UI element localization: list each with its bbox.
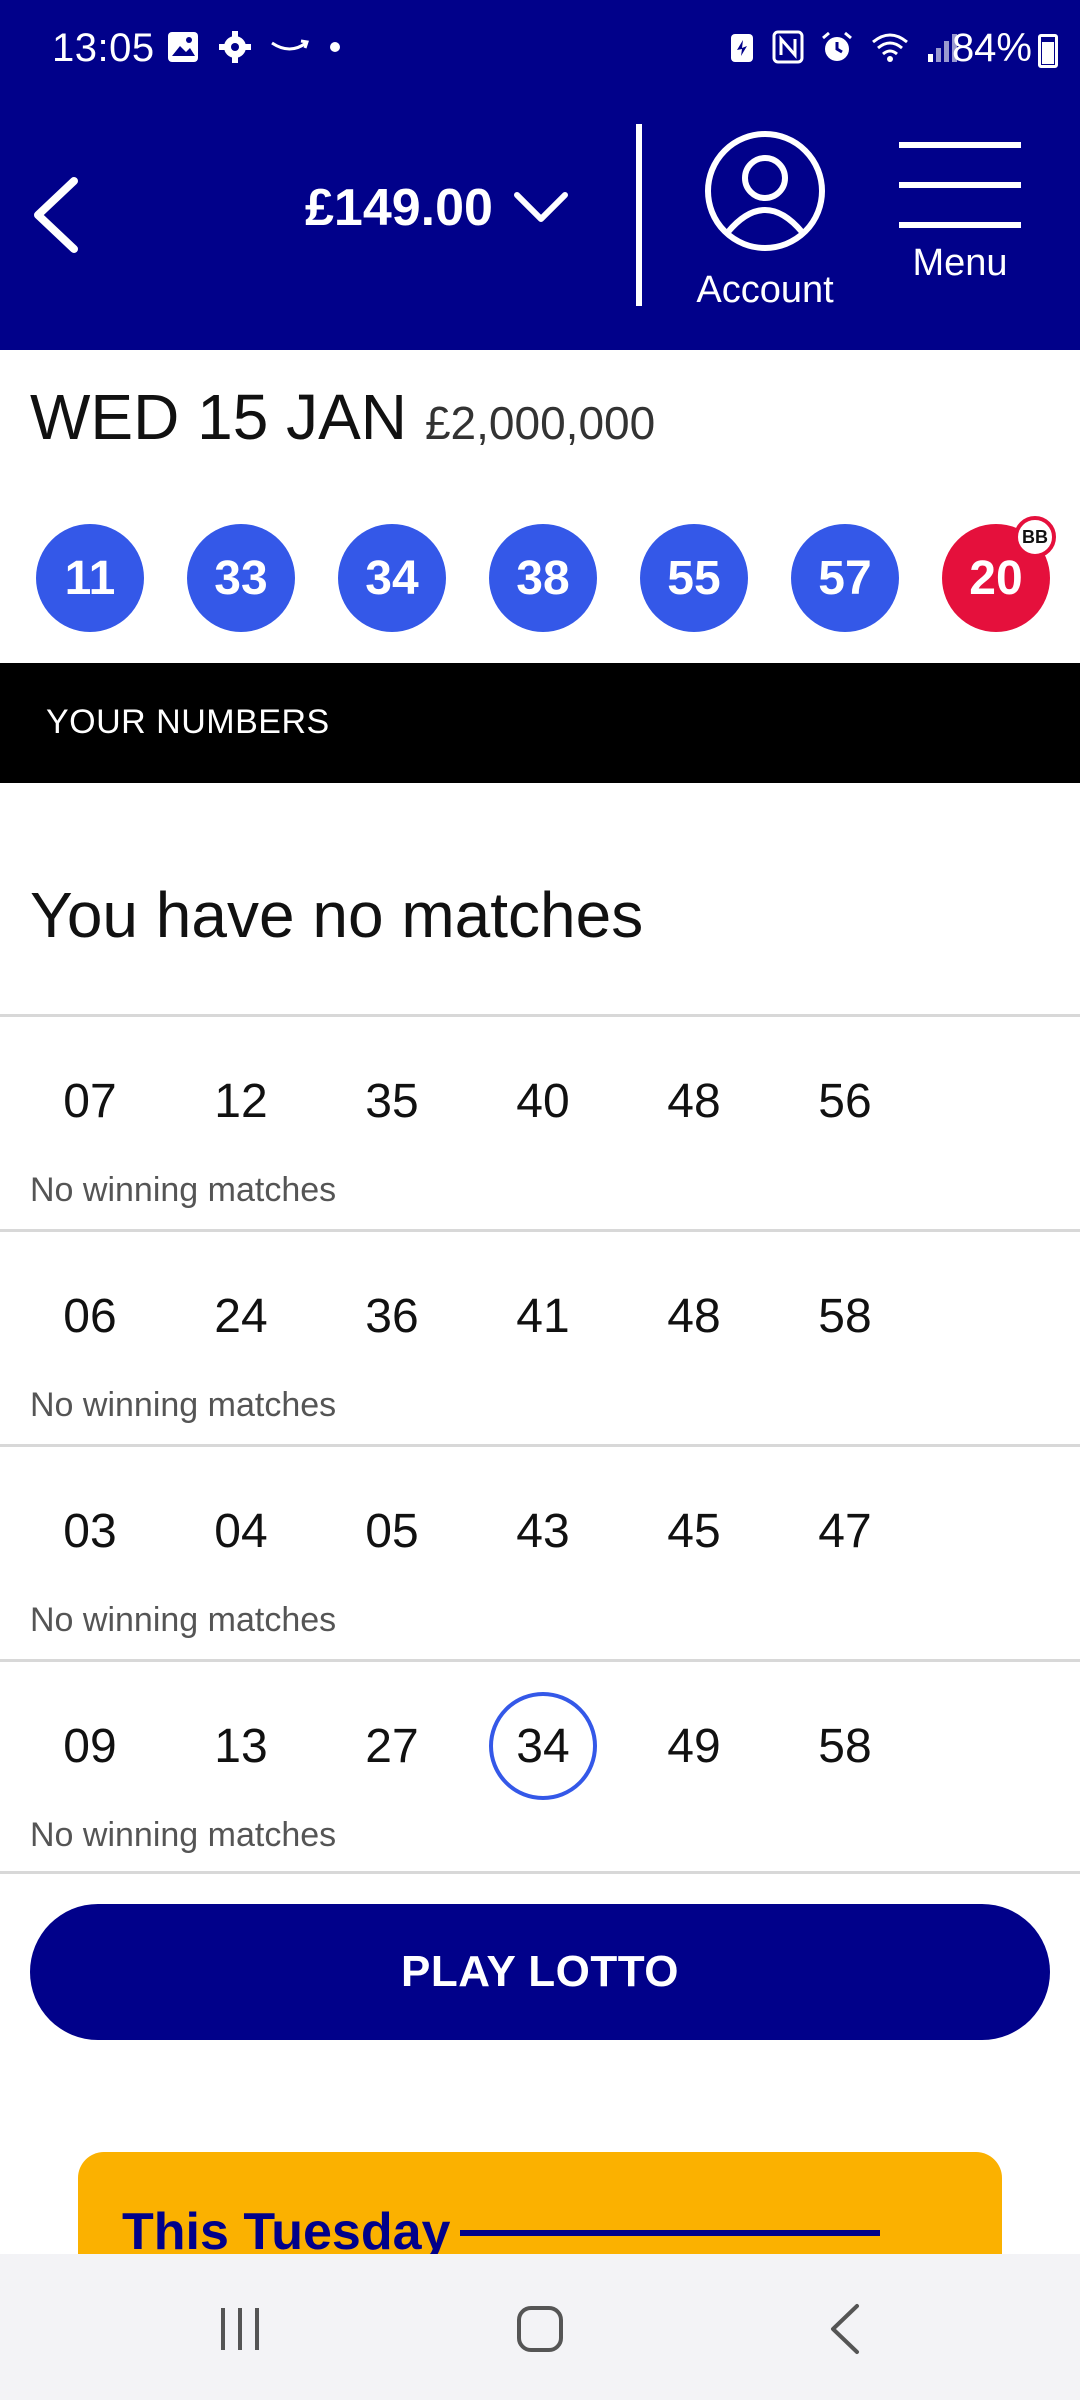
winning-ball: 57	[791, 524, 899, 632]
line-status: No winning matches	[30, 1171, 337, 1209]
system-navigation-bar	[0, 2254, 1080, 2400]
account-button[interactable]: Account	[680, 130, 850, 312]
draw-date: WED 15 JAN	[30, 381, 407, 453]
your-numbers-label: YOUR NUMBERS	[46, 703, 330, 741]
settings-gear-icon	[219, 31, 251, 63]
line-number: 12	[214, 1074, 268, 1128]
played-line: 09 13 27 34 49 58 No winning matches	[0, 1659, 1080, 1874]
system-back-button[interactable]	[805, 2294, 885, 2364]
wifi-icon	[872, 33, 908, 62]
winning-ball: 55	[640, 524, 748, 632]
line-number: 03	[63, 1504, 117, 1558]
matched-number: 34	[489, 1692, 597, 1800]
status-left-icons	[166, 30, 342, 64]
line-number: 06	[63, 1289, 117, 1343]
line-number: 09	[63, 1719, 117, 1773]
winning-ball: 34	[338, 524, 446, 632]
promo-card[interactable]: This Tuesday	[78, 2152, 1002, 2262]
line-number: 56	[818, 1074, 872, 1128]
status-bar: 13:05 84%	[0, 0, 1080, 100]
line-number: 24	[214, 1289, 268, 1343]
home-button[interactable]	[500, 2294, 580, 2364]
promo-title-rule	[460, 2230, 880, 2236]
winning-ball: 33	[187, 524, 295, 632]
status-right-icons	[728, 30, 960, 64]
line-number: 41	[516, 1289, 570, 1343]
winning-ball: 38	[489, 524, 597, 632]
header-divider	[636, 124, 642, 306]
winning-ball: 11	[36, 524, 144, 632]
recent-apps-button[interactable]	[200, 2294, 280, 2364]
battery-percentage: 84%	[951, 26, 1032, 70]
alarm-icon	[822, 31, 852, 61]
notification-dot-icon	[330, 42, 340, 52]
line-number: 45	[667, 1504, 721, 1558]
your-numbers-header: YOUR NUMBERS	[0, 663, 1080, 783]
line-number: 47	[818, 1504, 872, 1558]
amazon-smile-icon	[271, 39, 309, 51]
chevron-left-icon	[34, 177, 78, 253]
bonus-ball-badge: BB	[1014, 516, 1056, 558]
account-label: Account	[696, 269, 834, 311]
line-number: 49	[667, 1719, 721, 1773]
account-user-icon	[705, 131, 825, 251]
played-line: 03 04 05 43 45 47 No winning matches	[0, 1444, 1080, 1659]
status-time: 13:05	[52, 26, 155, 70]
back-button[interactable]	[20, 170, 90, 260]
played-line: 06 24 36 41 48 58 No winning matches	[0, 1229, 1080, 1444]
line-number: 43	[516, 1504, 570, 1558]
balance-dropdown[interactable]: £149.00	[305, 178, 569, 238]
line-number: 48	[667, 1289, 721, 1343]
line-number: 04	[214, 1504, 268, 1558]
bonus-ball-number: 20	[969, 551, 1023, 605]
hamburger-icon	[899, 140, 1021, 230]
match-summary: You have no matches	[30, 879, 644, 951]
line-number: 40	[516, 1074, 570, 1128]
nfc-icon	[772, 30, 804, 64]
bonus-ball: 20 BB	[942, 516, 1056, 632]
winning-balls: 11 33 34 38 55 57 20 BB	[36, 516, 1056, 634]
line-number: 36	[365, 1289, 419, 1343]
played-line: 07 12 35 40 48 56 No winning matches	[0, 1014, 1080, 1229]
battery-icon	[1038, 34, 1058, 68]
home-icon	[517, 2306, 563, 2352]
play-lotto-button[interactable]: PLAY LOTTO	[30, 1904, 1050, 2040]
draw-info: WED 15 JAN £2,000,000	[30, 380, 655, 454]
played-lines: 07 12 35 40 48 56 No winning matches 06 …	[0, 1014, 1080, 1874]
line-number: 27	[365, 1719, 419, 1773]
promo-title: This Tuesday	[122, 2203, 451, 2261]
line-number: 58	[818, 1289, 872, 1343]
system-back-icon	[831, 2304, 859, 2354]
line-number: 35	[365, 1074, 419, 1128]
line-status: No winning matches	[30, 1386, 337, 1424]
line-number: 13	[214, 1719, 268, 1773]
menu-label: Menu	[912, 242, 1008, 284]
menu-button[interactable]: Menu	[880, 140, 1040, 285]
battery-saver-icon	[731, 34, 753, 62]
line-number: 48	[667, 1074, 721, 1128]
line-status: No winning matches	[30, 1816, 337, 1854]
line-number: 07	[63, 1074, 117, 1128]
app-header: 13:05 84% £149.00 Account Menu	[0, 0, 1080, 350]
recent-apps-icon	[221, 2308, 259, 2350]
chevron-down-icon	[513, 192, 568, 222]
draw-jackpot: £2,000,000	[424, 397, 656, 449]
gallery-icon	[168, 32, 198, 62]
line-number: 58	[818, 1719, 872, 1773]
line-number: 05	[365, 1504, 419, 1558]
line-status: No winning matches	[30, 1601, 337, 1639]
balance-amount: £149.00	[305, 179, 493, 237]
